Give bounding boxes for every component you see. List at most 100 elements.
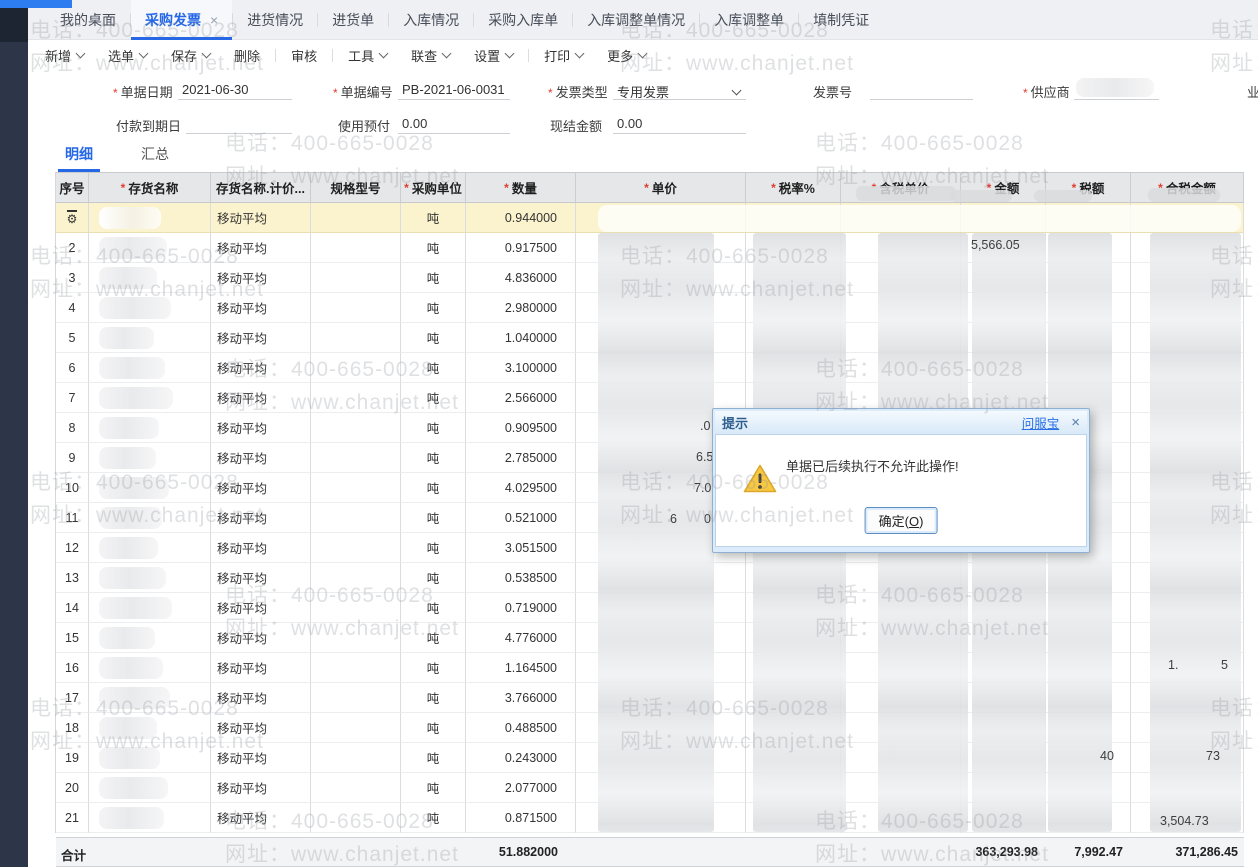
grid-cell[interactable] — [89, 503, 211, 533]
grid-cell[interactable]: 吨 — [401, 563, 466, 593]
grid-cell[interactable] — [89, 743, 211, 773]
grid-cell[interactable]: 12 — [56, 533, 89, 563]
grid-cell[interactable] — [311, 743, 401, 773]
grid-cell[interactable]: 移动平均 — [211, 353, 311, 383]
toolbar-button[interactable]: 工具 — [336, 46, 399, 65]
grid-cell[interactable]: 2.077000 — [466, 773, 576, 803]
grid-cell[interactable]: 移动平均 — [211, 503, 311, 533]
grid-cell[interactable] — [89, 233, 211, 263]
grid-cell[interactable] — [89, 563, 211, 593]
grid-cell[interactable]: 移动平均 — [211, 803, 311, 833]
grid-cell[interactable] — [89, 413, 211, 443]
toolbar-button[interactable]: 设置 — [462, 46, 525, 65]
grid-cell[interactable]: 0.521000 — [466, 503, 576, 533]
toolbar-button[interactable]: 打印 — [532, 46, 595, 65]
grid-cell[interactable] — [311, 683, 401, 713]
grid-cell[interactable] — [311, 623, 401, 653]
grid-cell[interactable]: 0.917500 — [466, 233, 576, 263]
document-tab[interactable]: 采购发票× — [131, 0, 232, 40]
toolbar-button[interactable]: 更多 — [595, 46, 658, 65]
grid-cell[interactable] — [89, 773, 211, 803]
toolbar-button[interactable]: 选单 — [96, 46, 159, 65]
column-header[interactable]: 存货名称.计价... — [211, 173, 311, 203]
grid-cell[interactable]: 移动平均 — [211, 773, 311, 803]
grid-cell[interactable]: 移动平均 — [211, 473, 311, 503]
field-input[interactable]: PB-2021-06-0031 — [398, 80, 510, 100]
document-tab[interactable]: 进货单 — [318, 0, 388, 40]
grid-cell[interactable]: 移动平均 — [211, 263, 311, 293]
help-link[interactable]: 问服宝 — [1022, 413, 1060, 432]
grid-cell[interactable]: 移动平均 — [211, 293, 311, 323]
grid-cell[interactable]: 20 — [56, 773, 89, 803]
document-tab[interactable]: 填制凭证 — [799, 0, 883, 40]
grid-cell[interactable]: 21 — [56, 803, 89, 833]
grid-cell[interactable] — [89, 263, 211, 293]
grid-cell[interactable]: 移动平均 — [211, 233, 311, 263]
grid-cell[interactable]: 4.776000 — [466, 623, 576, 653]
grid-cell[interactable] — [89, 383, 211, 413]
grid-cell[interactable]: 吨 — [401, 773, 466, 803]
field-input[interactable]: 0.00 — [613, 114, 746, 134]
toolbar-button[interactable]: 新增 — [33, 46, 96, 65]
grid-cell[interactable]: 吨 — [401, 683, 466, 713]
grid-cell[interactable]: 19 — [56, 743, 89, 773]
grid-cell[interactable]: 2.566000 — [466, 383, 576, 413]
toolbar-button[interactable]: 保存 — [159, 46, 222, 65]
column-header[interactable]: *单价 — [576, 173, 746, 203]
grid-cell[interactable]: 18 — [56, 713, 89, 743]
grid-cell[interactable] — [311, 473, 401, 503]
ok-button[interactable]: 确定(O) — [865, 507, 938, 534]
grid-cell[interactable] — [89, 533, 211, 563]
grid-cell[interactable] — [89, 623, 211, 653]
grid-cell[interactable]: 吨 — [401, 353, 466, 383]
dialog-titlebar[interactable]: 提示 问服宝 × — [715, 411, 1087, 434]
left-sidebar[interactable] — [0, 0, 28, 867]
grid-cell[interactable] — [311, 653, 401, 683]
grid-cell[interactable]: 3.766000 — [466, 683, 576, 713]
grid-cell[interactable] — [311, 263, 401, 293]
grid-cell[interactable] — [89, 203, 211, 233]
grid-cell[interactable]: 吨 — [401, 533, 466, 563]
grid-cell[interactable]: 17 — [56, 683, 89, 713]
grid-cell[interactable]: 15 — [56, 623, 89, 653]
grid-cell[interactable]: 吨 — [401, 623, 466, 653]
document-tab[interactable]: 采购入库单 — [474, 0, 572, 40]
document-tab[interactable]: 入库情况 — [389, 0, 473, 40]
subtab-item[interactable]: 汇总 — [134, 140, 176, 172]
grid-cell[interactable]: 移动平均 — [211, 443, 311, 473]
grid-cell[interactable]: 吨 — [401, 503, 466, 533]
grid-cell[interactable] — [89, 443, 211, 473]
grid-cell[interactable] — [311, 443, 401, 473]
grid-cell[interactable]: 9 — [56, 443, 89, 473]
grid-cell[interactable]: 移动平均 — [211, 623, 311, 653]
grid-cell[interactable]: 16 — [56, 653, 89, 683]
grid-cell[interactable] — [89, 653, 211, 683]
subtab-active[interactable]: 明细 — [58, 140, 100, 172]
grid-cell[interactable]: 5 — [56, 323, 89, 353]
grid-cell[interactable]: 7 — [56, 383, 89, 413]
grid-cell[interactable]: 吨 — [401, 803, 466, 833]
column-header[interactable]: *采购单位 — [401, 173, 466, 203]
grid-cell[interactable]: 4.029500 — [466, 473, 576, 503]
grid-cell[interactable]: 4 — [56, 293, 89, 323]
field-input[interactable] — [870, 80, 973, 100]
grid-cell[interactable]: 吨 — [401, 593, 466, 623]
grid-cell[interactable] — [89, 593, 211, 623]
grid-cell[interactable] — [89, 683, 211, 713]
grid-cell[interactable]: 移动平均 — [211, 743, 311, 773]
grid-cell[interactable]: 0.538500 — [466, 563, 576, 593]
grid-cell[interactable]: 移动平均 — [211, 593, 311, 623]
grid-cell[interactable] — [311, 533, 401, 563]
grid-cell[interactable]: 0.871500 — [466, 803, 576, 833]
grid-cell[interactable]: 吨 — [401, 263, 466, 293]
grid-cell[interactable]: 4.836000 — [466, 263, 576, 293]
grid-cell[interactable]: 3.051500 — [466, 533, 576, 563]
grid-cell[interactable]: 移动平均 — [211, 563, 311, 593]
grid-cell[interactable]: 14 — [56, 593, 89, 623]
grid-cell[interactable]: 吨 — [401, 473, 466, 503]
grid-cell[interactable]: 1.040000 — [466, 323, 576, 353]
grid-cell[interactable]: 0.944000 — [466, 203, 576, 233]
grid-cell[interactable] — [311, 323, 401, 353]
grid-cell[interactable]: 0.488500 — [466, 713, 576, 743]
grid-cell[interactable] — [311, 713, 401, 743]
